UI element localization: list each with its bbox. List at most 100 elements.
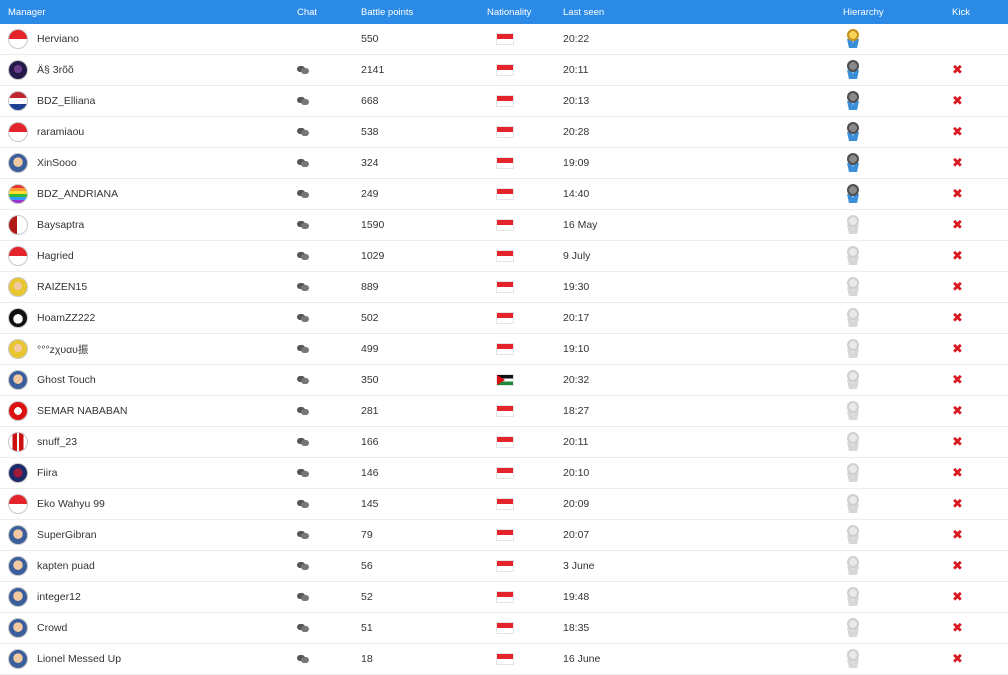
manager-name[interactable]: Lionel Messed Up: [37, 644, 121, 674]
kick-icon[interactable]: ✖: [952, 64, 963, 77]
avatar[interactable]: [8, 29, 28, 49]
kick-icon[interactable]: ✖: [952, 498, 963, 511]
grey-medal-icon[interactable]: [846, 432, 860, 452]
chat-bubbles-icon[interactable]: [297, 127, 309, 137]
kick-icon[interactable]: ✖: [952, 188, 963, 201]
avatar[interactable]: [8, 618, 28, 638]
chat-bubbles-icon[interactable]: [297, 96, 309, 106]
manager-name[interactable]: Eko Wahyu 99: [37, 489, 105, 519]
grey-medal-icon[interactable]: [846, 587, 860, 607]
silver-medal-icon[interactable]: [846, 91, 860, 111]
manager-name[interactable]: kapten puad: [37, 551, 95, 581]
header-nationality[interactable]: Nationality: [487, 7, 531, 18]
kick-icon[interactable]: ✖: [952, 281, 963, 294]
grey-medal-icon[interactable]: [846, 277, 860, 297]
grey-medal-icon[interactable]: [846, 308, 860, 328]
avatar[interactable]: [8, 339, 28, 359]
chat-bubbles-icon[interactable]: [297, 189, 309, 199]
header-last-seen[interactable]: Last seen: [563, 7, 604, 18]
avatar[interactable]: [8, 463, 28, 483]
manager-name[interactable]: Crowd: [37, 613, 67, 643]
avatar[interactable]: [8, 649, 28, 669]
avatar[interactable]: [8, 215, 28, 235]
manager-name[interactable]: BDZ_ANDRIANA: [37, 179, 118, 209]
chat-bubbles-icon[interactable]: [297, 282, 309, 292]
kick-icon[interactable]: ✖: [952, 250, 963, 263]
chat-bubbles-icon[interactable]: [297, 375, 309, 385]
avatar[interactable]: [8, 277, 28, 297]
silver-medal-icon[interactable]: [846, 153, 860, 173]
chat-bubbles-icon[interactable]: [297, 65, 309, 75]
avatar[interactable]: [8, 246, 28, 266]
gold-medal-icon[interactable]: [846, 29, 860, 49]
manager-name[interactable]: Baysaptra: [37, 210, 84, 240]
kick-icon[interactable]: ✖: [952, 95, 963, 108]
chat-bubbles-icon[interactable]: [297, 251, 309, 261]
manager-name[interactable]: Hagried: [37, 241, 74, 271]
chat-bubbles-icon[interactable]: [297, 530, 309, 540]
kick-icon[interactable]: ✖: [952, 312, 963, 325]
kick-icon[interactable]: ✖: [952, 529, 963, 542]
kick-icon[interactable]: ✖: [952, 157, 963, 170]
kick-icon[interactable]: ✖: [952, 467, 963, 480]
grey-medal-icon[interactable]: [846, 370, 860, 390]
kick-icon[interactable]: ✖: [952, 653, 963, 666]
silver-medal-icon[interactable]: [846, 60, 860, 80]
manager-name[interactable]: Fiira: [37, 458, 57, 488]
avatar[interactable]: [8, 494, 28, 514]
header-manager[interactable]: Manager: [8, 7, 46, 18]
kick-icon[interactable]: ✖: [952, 436, 963, 449]
manager-name[interactable]: Herviano: [37, 24, 79, 54]
chat-bubbles-icon[interactable]: [297, 623, 309, 633]
chat-bubbles-icon[interactable]: [297, 468, 309, 478]
chat-bubbles-icon[interactable]: [297, 220, 309, 230]
grey-medal-icon[interactable]: [846, 618, 860, 638]
grey-medal-icon[interactable]: [846, 401, 860, 421]
header-battle-points[interactable]: Battle points: [361, 7, 413, 18]
manager-name[interactable]: SuperGibran: [37, 520, 97, 550]
avatar[interactable]: [8, 122, 28, 142]
grey-medal-icon[interactable]: [846, 649, 860, 669]
avatar[interactable]: [8, 153, 28, 173]
grey-medal-icon[interactable]: [846, 339, 860, 359]
kick-icon[interactable]: ✖: [952, 591, 963, 604]
kick-icon[interactable]: ✖: [952, 374, 963, 387]
avatar[interactable]: [8, 308, 28, 328]
manager-name[interactable]: integer12: [37, 582, 81, 612]
avatar[interactable]: [8, 525, 28, 545]
kick-icon[interactable]: ✖: [952, 622, 963, 635]
kick-icon[interactable]: ✖: [952, 405, 963, 418]
kick-icon[interactable]: ✖: [952, 126, 963, 139]
manager-name[interactable]: XinSooo: [37, 148, 77, 178]
avatar[interactable]: [8, 370, 28, 390]
manager-name[interactable]: RAIZEN15: [37, 272, 87, 302]
manager-name[interactable]: snuff_23: [37, 427, 77, 457]
kick-icon[interactable]: ✖: [952, 343, 963, 356]
chat-bubbles-icon[interactable]: [297, 406, 309, 416]
avatar[interactable]: [8, 401, 28, 421]
manager-name[interactable]: BDZ_Elliana: [37, 86, 95, 116]
manager-name[interactable]: Ä§ 3rõõ: [37, 55, 74, 85]
kick-icon[interactable]: ✖: [952, 560, 963, 573]
grey-medal-icon[interactable]: [846, 463, 860, 483]
grey-medal-icon[interactable]: [846, 525, 860, 545]
chat-bubbles-icon[interactable]: [297, 437, 309, 447]
kick-icon[interactable]: ✖: [952, 219, 963, 232]
grey-medal-icon[interactable]: [846, 556, 860, 576]
chat-bubbles-icon[interactable]: [297, 499, 309, 509]
chat-bubbles-icon[interactable]: [297, 654, 309, 664]
silver-medal-icon[interactable]: [846, 122, 860, 142]
chat-bubbles-icon[interactable]: [297, 313, 309, 323]
avatar[interactable]: [8, 432, 28, 452]
avatar[interactable]: [8, 60, 28, 80]
silver-medal-icon[interactable]: [846, 184, 860, 204]
manager-name[interactable]: Ghost Touch: [37, 365, 96, 395]
manager-name[interactable]: HoamZZ222: [37, 303, 95, 333]
chat-bubbles-icon[interactable]: [297, 561, 309, 571]
avatar[interactable]: [8, 184, 28, 204]
avatar[interactable]: [8, 91, 28, 111]
header-hierarchy[interactable]: Hierarchy: [843, 7, 884, 18]
manager-name[interactable]: raramiaou: [37, 117, 84, 147]
chat-bubbles-icon[interactable]: [297, 158, 309, 168]
manager-name[interactable]: SEMAR NABABAN: [37, 396, 127, 426]
